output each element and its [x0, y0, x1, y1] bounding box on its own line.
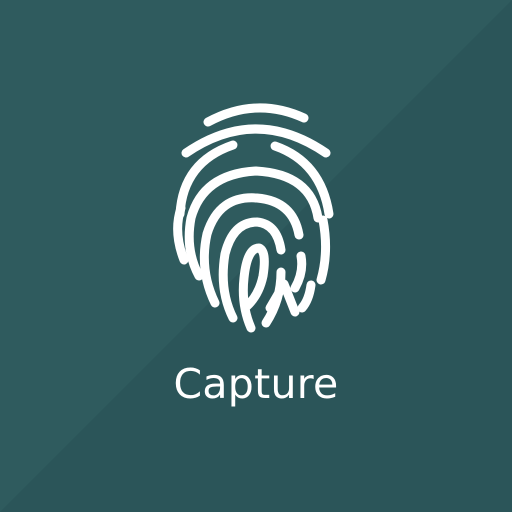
app-tile[interactable]: Capture: [0, 0, 512, 512]
fingerprint-icon: [173, 103, 334, 333]
app-label: Capture: [173, 360, 339, 408]
